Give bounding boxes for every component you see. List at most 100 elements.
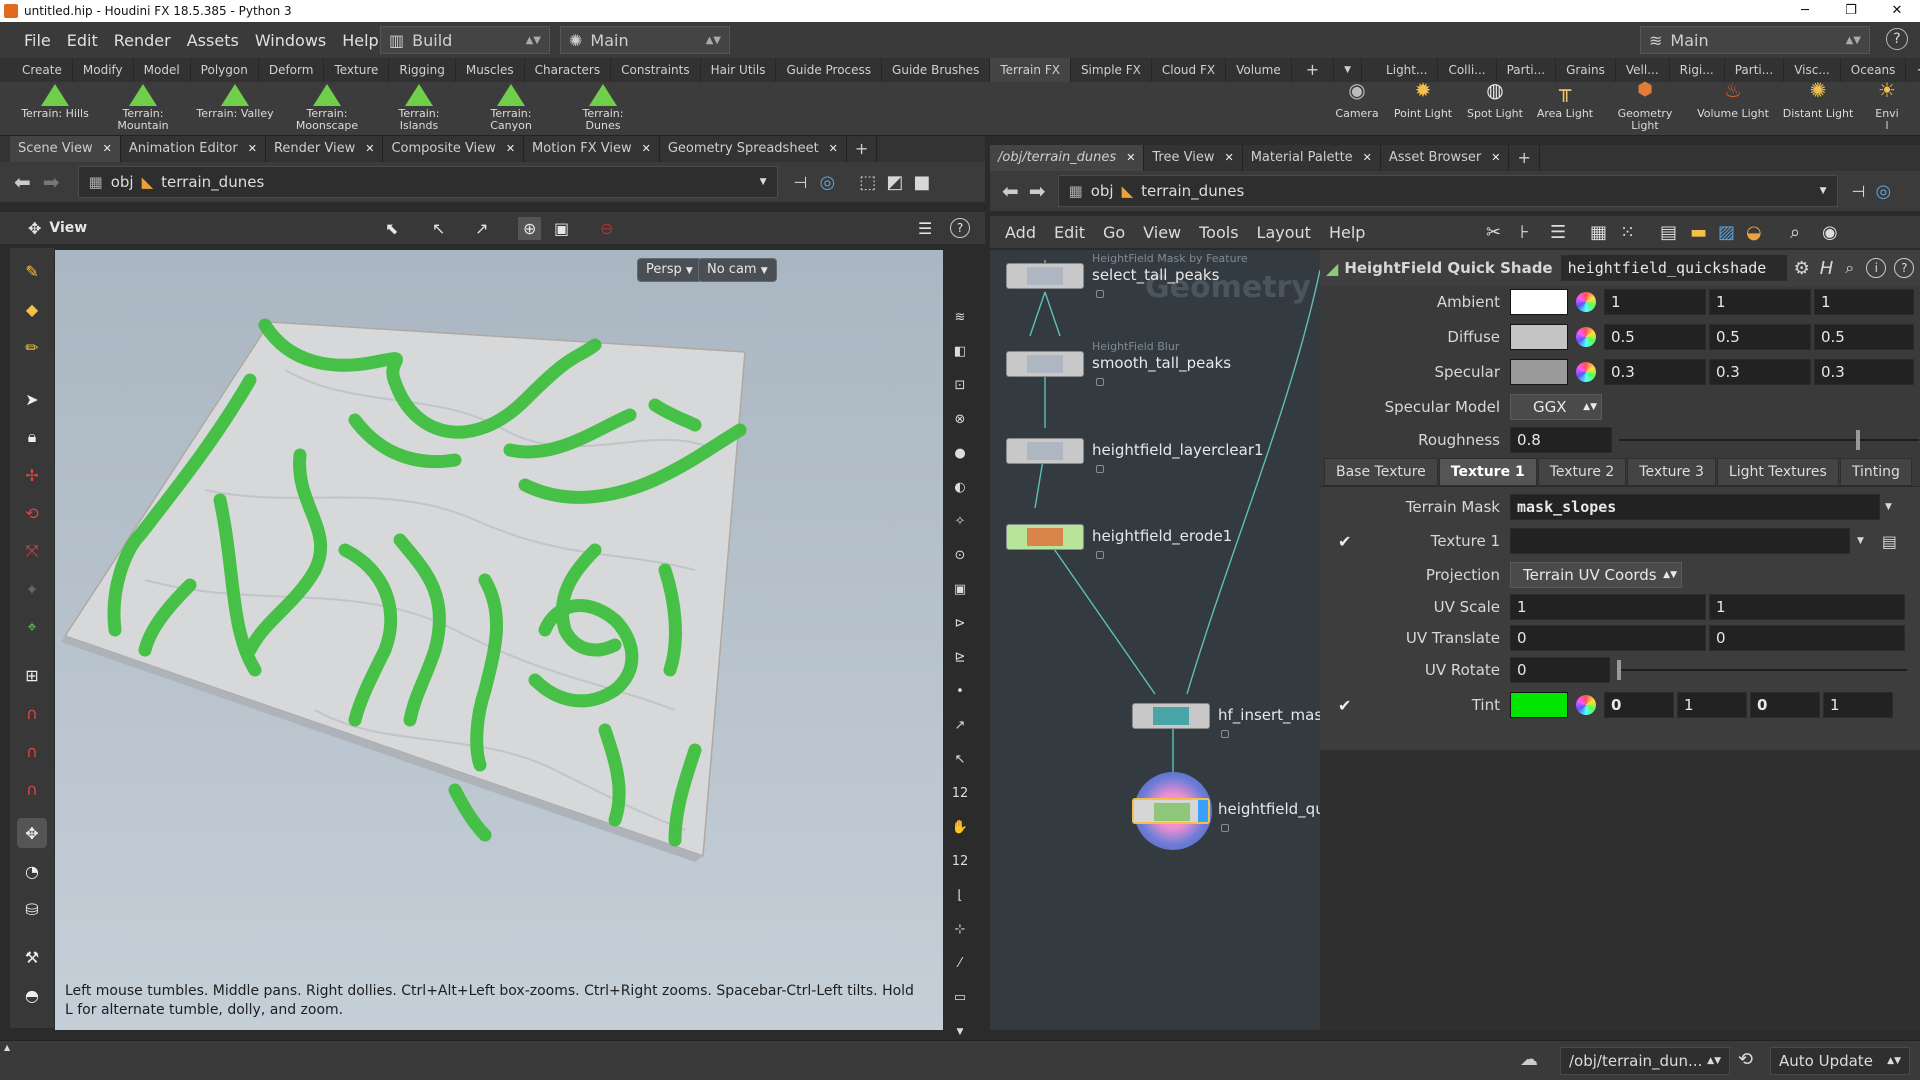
back-arrow-icon[interactable]: ⬅ — [1002, 179, 1019, 203]
lock-tool-icon[interactable]: 🔒︎ — [17, 422, 47, 452]
ghost-icon[interactable]: ◧ — [948, 340, 972, 364]
tool-area-light[interactable]: ╥ Area Light — [1520, 80, 1610, 120]
move-tool-icon[interactable]: ✢ — [17, 460, 47, 490]
shelf-tab-particles[interactable]: Parti... — [1497, 58, 1557, 82]
disk-tool-icon[interactable]: ◓ — [17, 980, 47, 1010]
update-mode-selector[interactable]: Auto Update ▲▼ — [1770, 1047, 1910, 1075]
lock-camera-icon[interactable]: ⊡ — [948, 374, 972, 398]
tool-terrain-hills[interactable]: Terrain: Hills — [10, 82, 100, 120]
texture-icon[interactable]: ▣ — [948, 578, 972, 602]
sticky-note-icon[interactable]: ▬ — [1690, 222, 1707, 243]
close-icon[interactable]: ✕ — [103, 136, 112, 162]
tree-icon[interactable]: ⊦ — [1520, 222, 1529, 243]
net-menu-layout[interactable]: Layout — [1248, 223, 1320, 242]
tab-motion-fx-view[interactable]: Motion FX View ✕ — [524, 136, 660, 162]
close-icon[interactable]: ✕ — [1491, 145, 1500, 171]
ambient-r-field[interactable]: 1 — [1604, 289, 1706, 315]
magnet-tool-icon[interactable]: ∩ — [17, 698, 47, 728]
uv-translate-v-field[interactable]: 0 — [1709, 625, 1905, 651]
chevron-down-icon[interactable]: ▼ — [1857, 536, 1864, 546]
chevron-down-icon[interactable]: ▼ — [760, 177, 767, 187]
texture1-file-field[interactable] — [1510, 528, 1850, 554]
net-menu-go[interactable]: Go — [1094, 223, 1134, 242]
menu-help[interactable]: Help — [334, 31, 386, 50]
chevron-down-icon[interactable]: ▼ — [1885, 502, 1892, 512]
lighting-icon[interactable]: ◐ — [948, 476, 972, 500]
tool-terrain-canyon[interactable]: Terrain: Canyon — [466, 82, 556, 132]
close-icon[interactable]: ✕ — [1363, 145, 1372, 171]
select-tool-icon[interactable]: ➤ — [17, 384, 47, 414]
color-wheel-icon[interactable] — [1576, 327, 1596, 347]
tab-composite-view[interactable]: Composite View ✕ — [383, 136, 525, 162]
net-menu-view[interactable]: View — [1134, 223, 1190, 242]
help-icon[interactable]: ? — [1894, 258, 1915, 278]
snap-points-icon[interactable]: ⊹ — [948, 918, 972, 942]
handle-tool-icon[interactable]: ⌖ — [17, 612, 47, 642]
hammer-tool-icon[interactable]: ⚒ — [17, 942, 47, 972]
uv-rotate-field[interactable]: 0 — [1510, 657, 1610, 683]
file-browse-icon[interactable]: ▤ — [1882, 532, 1897, 551]
node-select-tall-peaks[interactable] — [1006, 263, 1084, 289]
shelf-tab-guide-brushes[interactable]: Guide Brushes — [882, 58, 991, 82]
ambient-b-field[interactable]: 1 — [1814, 289, 1914, 315]
menu-edit[interactable]: Edit — [59, 31, 106, 50]
tool-terrain-islands[interactable]: Terrain: Islands — [374, 82, 464, 132]
pose-tool-icon[interactable]: ✦ — [17, 574, 47, 604]
tab-tinting[interactable]: Tinting — [1839, 458, 1912, 486]
shelf-tab-rigid[interactable]: Rigi... — [1670, 58, 1725, 82]
view-tool-active-icon[interactable]: ✥ — [17, 818, 47, 848]
tab-tree-view[interactable]: Tree View ✕ — [1144, 145, 1243, 171]
menu-render[interactable]: Render — [106, 31, 179, 50]
dots-grid-icon[interactable]: ⁙ — [1620, 222, 1635, 243]
display-points-icon[interactable]: ⊳ — [948, 612, 972, 636]
network-box-icon[interactable]: ▤ — [1660, 222, 1677, 243]
net-menu-edit[interactable]: Edit — [1045, 223, 1094, 242]
bounding-box-icon[interactable]: ▭ — [948, 986, 972, 1010]
node-heightfield-quickshade1[interactable] — [1132, 798, 1210, 824]
add-shelf-icon[interactable]: + — [1292, 58, 1335, 82]
terrain-mask-field[interactable]: mask_slopes — [1510, 494, 1880, 520]
network-editor[interactable]: Geometry HeightField Mask by Feature sel… — [990, 250, 1320, 1030]
tab-animation-editor[interactable]: Animation Editor ✕ — [121, 136, 266, 162]
help-icon[interactable]: ? — [1886, 28, 1908, 50]
tint-g-field[interactable]: 1 — [1677, 692, 1747, 718]
layers-icon[interactable]: ≋ — [948, 306, 972, 330]
specular-r-field[interactable]: 0.3 — [1604, 359, 1706, 385]
close-icon[interactable]: ✕ — [1126, 145, 1135, 171]
color-wheel-icon[interactable] — [1576, 292, 1596, 312]
menu-file[interactable]: File — [16, 31, 59, 50]
shelf-tab-muscles[interactable]: Muscles — [456, 58, 525, 82]
specular-g-field[interactable]: 0.3 — [1709, 359, 1811, 385]
uv-icon[interactable]: ⌊ — [948, 884, 972, 908]
select-mode-icon[interactable]: ⬉ — [385, 219, 398, 238]
specular-color-swatch[interactable] — [1510, 359, 1568, 385]
menu-windows[interactable]: Windows — [247, 31, 334, 50]
brush-tool-icon[interactable]: ✎ — [17, 256, 47, 286]
stroke-tool-icon[interactable]: ◆ — [17, 294, 47, 324]
ambient-g-field[interactable]: 1 — [1709, 289, 1811, 315]
display-flag[interactable] — [1198, 800, 1208, 822]
snap-icon[interactable]: ⊕ — [518, 216, 542, 240]
stop-icon[interactable]: ⊖ — [600, 219, 613, 238]
tool-terrain-moonscape[interactable]: Terrain: Moonscape — [282, 82, 372, 132]
gear-icon[interactable]: ⚙ — [1794, 258, 1810, 279]
tab-material-palette[interactable]: Material Palette ✕ — [1243, 145, 1381, 171]
camera-orbit-icon[interactable]: ◔ — [17, 856, 47, 886]
diffuse-r-field[interactable]: 0.5 — [1604, 324, 1706, 350]
shelf-tab-terrain-fx[interactable]: Terrain FX — [990, 58, 1071, 82]
back-arrow-icon[interactable]: ⬅ — [14, 170, 31, 194]
vector-icon[interactable]: ↗ — [948, 714, 972, 738]
path-node[interactable]: terrain_dunes — [161, 173, 264, 191]
node-heightfield-erode1[interactable] — [1006, 524, 1084, 550]
forward-arrow-icon[interactable]: ➡ — [1029, 179, 1046, 203]
shelf-tab-polygon[interactable]: Polygon — [191, 58, 259, 82]
perspective-menu[interactable]: Persp ▼ — [637, 258, 702, 282]
point-icon[interactable]: • — [948, 680, 972, 704]
select-edges-icon[interactable]: ↗ — [475, 219, 488, 238]
path-breadcrumb[interactable]: ▦ obj ◣ terrain_dunes ▼ — [77, 166, 778, 198]
tint-color-swatch[interactable] — [1510, 692, 1568, 718]
pin-icon[interactable]: ⊣ — [1852, 182, 1866, 201]
image-icon[interactable]: ▨ — [1718, 222, 1735, 243]
ambient-color-swatch[interactable] — [1510, 289, 1568, 315]
status-path-selector[interactable]: /obj/terrain_dun... ▲▼ — [1560, 1047, 1730, 1075]
